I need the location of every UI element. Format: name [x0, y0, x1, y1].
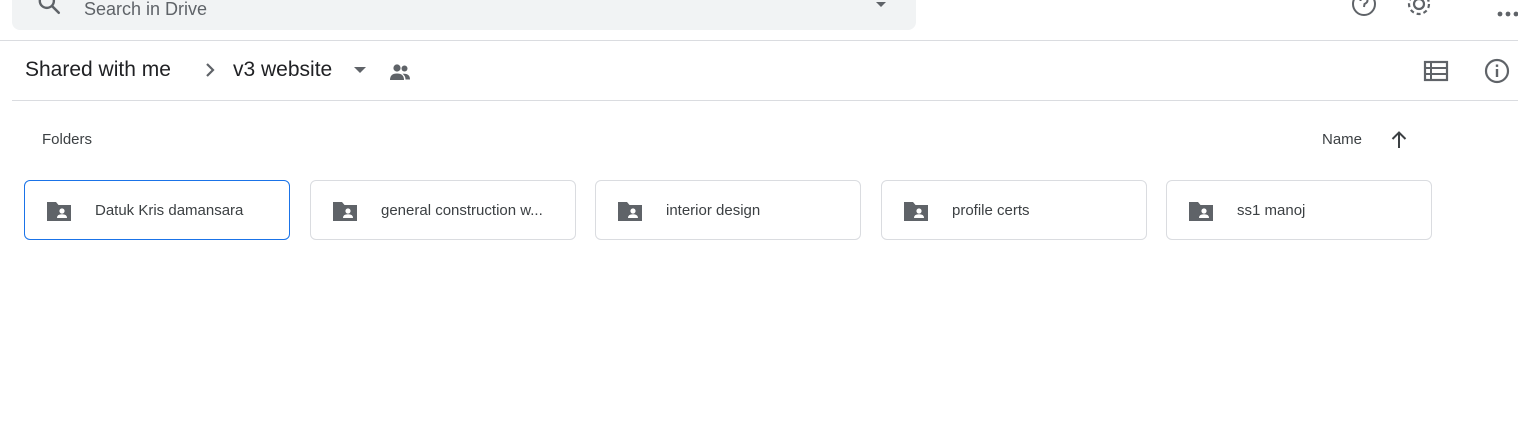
- folder-name: general construction w...: [381, 202, 543, 219]
- arrow-up-icon[interactable]: [1387, 128, 1411, 152]
- people-icon[interactable]: [388, 62, 412, 82]
- sort-by-name-button[interactable]: Name: [1322, 130, 1362, 150]
- search-options-dropdown-icon[interactable]: [874, 0, 888, 12]
- folder-header: Shared with me v3 website: [12, 41, 1518, 101]
- breadcrumb-shared-with-me[interactable]: Shared with me: [25, 57, 171, 83]
- info-icon[interactable]: [1483, 57, 1511, 85]
- help-icon[interactable]: [1350, 0, 1378, 18]
- shared-folder-icon: [1189, 202, 1213, 221]
- folders-section-label: Folders: [42, 131, 93, 148]
- folder-card[interactable]: profile certs: [881, 180, 1147, 240]
- folder-name: Datuk Kris damansara: [95, 202, 244, 219]
- folder-card[interactable]: Datuk Kris damansara: [24, 180, 290, 240]
- chevron-right-icon: [206, 63, 215, 77]
- apps-grid-icon[interactable]: [1494, 0, 1518, 18]
- top-bar: Search in Drive: [0, 0, 1518, 41]
- folder-name: ss1 manoj: [1237, 202, 1306, 219]
- shared-folder-icon: [904, 202, 928, 221]
- search-icon[interactable]: [36, 0, 62, 16]
- gear-icon[interactable]: [1405, 0, 1433, 18]
- shared-folder-icon: [47, 202, 71, 221]
- folder-name: interior design: [666, 202, 761, 219]
- search-input[interactable]: Search in Drive: [84, 0, 207, 22]
- caret-down-icon[interactable]: [350, 63, 370, 77]
- folder-card[interactable]: ss1 manoj: [1166, 180, 1432, 240]
- list-view-icon[interactable]: [1423, 58, 1449, 84]
- shared-folder-icon: [333, 202, 357, 221]
- shared-folder-icon: [618, 202, 642, 221]
- breadcrumb-current-folder[interactable]: v3 website: [233, 57, 332, 83]
- folder-card[interactable]: general construction w...: [310, 180, 576, 240]
- search-box[interactable]: Search in Drive: [12, 0, 916, 30]
- folder-card[interactable]: interior design: [595, 180, 861, 240]
- folder-name: profile certs: [952, 202, 1030, 219]
